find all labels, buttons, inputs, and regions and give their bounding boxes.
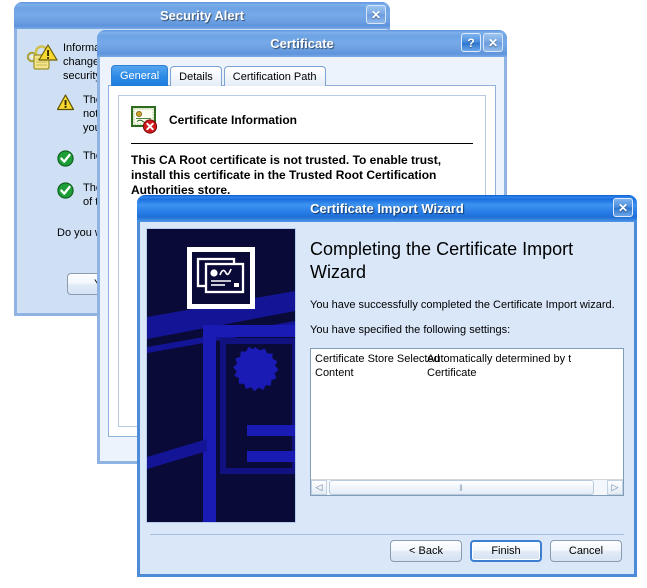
screen: Security Alert ✕ Information changed sec… <box>0 0 647 588</box>
check-circle-icon <box>57 149 83 167</box>
close-icon[interactable]: ✕ <box>483 33 503 52</box>
table-row[interactable]: Certificate Store Selected Automatically… <box>315 352 623 366</box>
scroll-left-icon[interactable]: ◁ <box>311 480 327 495</box>
settings-listbox[interactable]: Certificate Store Selected Automatically… <box>310 348 624 496</box>
import-wizard-paragraph-2: You have specified the following setting… <box>310 324 511 336</box>
tab-general[interactable]: General <box>111 65 169 86</box>
close-icon[interactable]: ✕ <box>613 198 633 217</box>
tab-details[interactable]: Details <box>170 66 222 86</box>
certificate-warning-text: This CA Root certificate is not trusted.… <box>131 153 442 197</box>
check-circle-icon <box>57 181 83 209</box>
horizontal-scrollbar[interactable]: ◁ ‖ ▷ <box>311 479 623 495</box>
import-wizard-buttons: < Back Finish Cancel <box>390 540 622 562</box>
import-wizard-content: Completing the Certificate Import Wizard… <box>296 228 628 523</box>
setting-key: Content <box>315 367 354 379</box>
divider <box>131 143 473 144</box>
certificate-title-buttons: ? ✕ <box>461 33 503 52</box>
import-wizard-titlebar[interactable]: Certificate Import Wizard ✕ <box>137 195 637 222</box>
scroll-right-icon[interactable]: ▷ <box>607 480 623 495</box>
certificate-info-title: Certificate Information <box>169 113 298 127</box>
setting-value: Certificate <box>427 367 477 379</box>
scrollbar-track[interactable]: ‖ <box>327 480 607 495</box>
page-title: Completing the Certificate Import Wizard <box>310 239 574 282</box>
back-button[interactable]: < Back <box>390 540 462 562</box>
import-wizard-title-buttons: ✕ <box>613 198 633 217</box>
close-icon[interactable]: ✕ <box>366 5 386 24</box>
import-wizard-body: Completing the Certificate Import Wizard… <box>137 222 637 577</box>
help-icon[interactable]: ? <box>461 33 481 52</box>
security-alert-title-buttons: ✕ <box>366 5 386 24</box>
certificate-tabstrip: General Details Certification Path <box>108 65 496 86</box>
setting-value: Automatically determined by t <box>427 353 572 365</box>
certificate-import-wizard-window[interactable]: Certificate Import Wizard ✕ Completing t… <box>137 195 637 577</box>
tab-certification-path[interactable]: Certification Path <box>223 66 326 86</box>
table-row[interactable]: Content Certificate <box>315 366 623 380</box>
finish-button[interactable]: Finish <box>470 540 542 562</box>
certificate-titlebar[interactable]: Certificate ? ✕ <box>97 30 507 57</box>
security-alert-title: Security Alert <box>159 8 245 23</box>
setting-key: Certificate Store Selected <box>315 353 440 365</box>
security-alert-titlebar[interactable]: Security Alert ✕ <box>14 2 390 29</box>
divider <box>150 534 624 535</box>
certificate-info-header: Certificate Information <box>131 106 473 134</box>
import-wizard-title: Certificate Import Wizard <box>310 201 464 216</box>
scrollbar-grip: ‖ <box>459 482 464 493</box>
cancel-button[interactable]: Cancel <box>550 540 622 562</box>
warning-triangle-icon <box>57 93 83 135</box>
import-wizard-paragraph-1: You have successfully completed the Cert… <box>310 299 615 311</box>
certificate-title: Certificate <box>270 36 334 51</box>
certificate-stack-watermark <box>146 228 296 523</box>
certificate-error-icon <box>131 106 161 134</box>
scrollbar-thumb[interactable]: ‖ <box>329 480 594 495</box>
padlock-warning-icon <box>25 39 63 83</box>
